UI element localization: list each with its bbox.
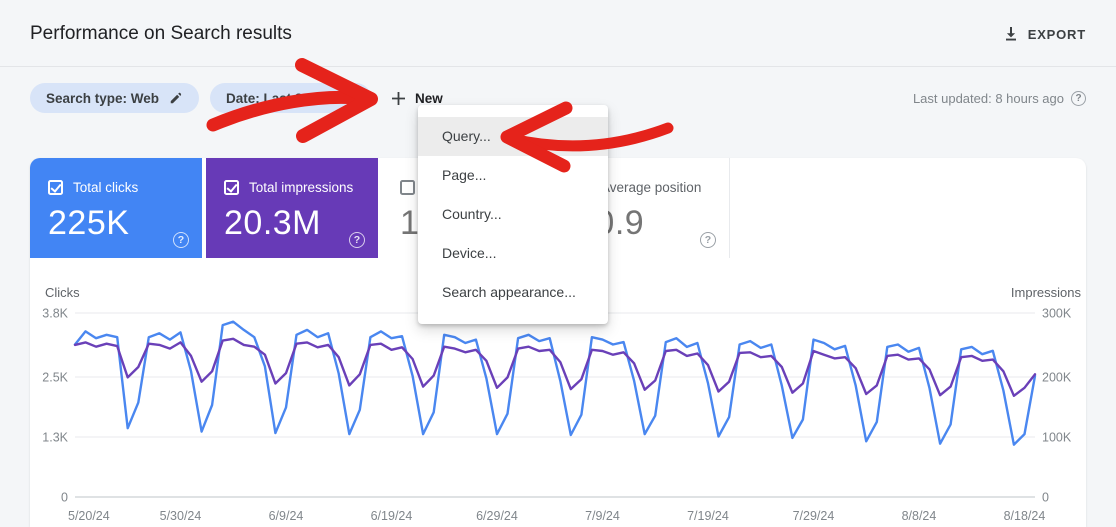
right-axis-title: Impressions — [1011, 285, 1082, 300]
export-label: EXPORT — [1027, 26, 1086, 42]
total-clicks-card[interactable]: Total clicks 225K ? — [30, 158, 202, 258]
date-filter-chip-label: Date: Last 3 months — [226, 90, 356, 106]
menu-item-search-appearance[interactable]: Search appearance... — [418, 273, 608, 312]
new-filter-label: New — [415, 90, 443, 106]
x-axis-tick: 7/29/24 — [793, 509, 835, 523]
checkbox-unchecked-icon[interactable] — [400, 180, 415, 195]
left-axis-tick: 3.8K — [42, 307, 68, 321]
plus-icon — [392, 91, 405, 105]
left-axis-title: Clicks — [45, 285, 80, 300]
menu-item-country[interactable]: Country... — [418, 195, 608, 234]
menu-item-page[interactable]: Page... — [418, 156, 608, 195]
x-axis-tick: 5/30/24 — [160, 509, 202, 523]
search-type-chip[interactable]: Search type: Web — [30, 83, 200, 113]
x-axis-tick: 6/9/24 — [269, 509, 304, 523]
right-axis-tick: 100K — [1042, 431, 1072, 445]
search-console-performance-page: { "header": { "title": "Performance on S… — [0, 0, 1116, 527]
help-icon[interactable]: ? — [1071, 91, 1086, 106]
left-axis-tick: 2.5K — [42, 371, 68, 385]
x-axis-tick: 6/29/24 — [476, 509, 518, 523]
total-impressions-card[interactable]: Total impressions 20.3M ? — [206, 158, 378, 258]
menu-item-device[interactable]: Device... — [418, 234, 608, 273]
edit-pencil-icon — [170, 92, 182, 104]
series-total-clicks — [73, 320, 1037, 446]
download-icon — [1005, 27, 1016, 41]
checkbox-checked-icon[interactable] — [48, 180, 63, 195]
x-axis-tick: 5/20/24 — [68, 509, 110, 523]
header-divider — [0, 66, 1116, 67]
x-axis-tick: 8/8/24 — [902, 509, 937, 523]
metric-label: Total impressions — [249, 180, 354, 195]
help-icon[interactable]: ? — [700, 232, 716, 248]
metric-label: Total clicks — [73, 180, 139, 195]
right-axis-tick: 200K — [1042, 371, 1072, 385]
metric-tiles: Total clicks 225K ? Total impressions 20… — [30, 158, 730, 258]
help-icon[interactable]: ? — [173, 232, 189, 248]
x-axis-tick: 7/9/24 — [585, 509, 620, 523]
x-axis-tick: 8/18/24 — [1004, 509, 1046, 523]
new-filter-menu: Query... Page... Country... Device... Se… — [418, 105, 608, 324]
x-axis-tick: 7/19/24 — [687, 509, 729, 523]
search-type-chip-label: Search type: Web — [46, 90, 160, 106]
export-button[interactable]: EXPORT — [1003, 26, 1086, 42]
help-icon[interactable]: ? — [349, 232, 365, 248]
page-title: Performance on Search results — [30, 23, 292, 44]
last-updated: Last updated: 8 hours ago ? — [913, 91, 1086, 106]
right-axis-tick: 0 — [1042, 491, 1049, 505]
x-axis-tick: 6/19/24 — [371, 509, 413, 523]
left-axis-tick: 0 — [61, 491, 68, 505]
metric-label: Average position — [601, 180, 702, 195]
right-axis-tick: 300K — [1042, 307, 1072, 321]
date-filter-chip[interactable]: Date: Last 3 months — [210, 83, 372, 113]
left-axis-tick: 1.3K — [42, 431, 68, 445]
last-updated-text: Last updated: 8 hours ago — [912, 91, 1064, 106]
menu-item-query[interactable]: Query... — [418, 117, 608, 156]
checkbox-checked-icon[interactable] — [224, 180, 239, 195]
